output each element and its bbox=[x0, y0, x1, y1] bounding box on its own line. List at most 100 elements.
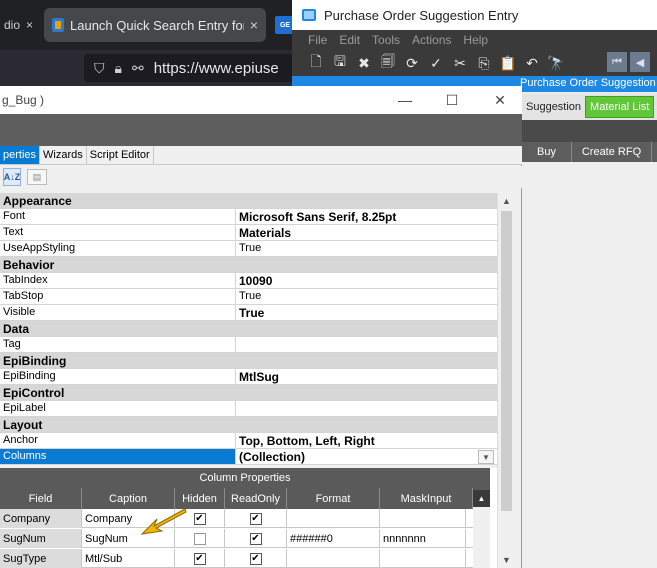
search-icon[interactable]: 🔭 bbox=[546, 55, 566, 72]
header-readonly[interactable]: ReadOnly bbox=[225, 488, 287, 509]
property-row[interactable]: TabStop True bbox=[0, 289, 497, 305]
cell-caption[interactable]: Mtl/Sub bbox=[82, 549, 175, 568]
menu-tools[interactable]: Tools bbox=[372, 33, 400, 47]
checkbox[interactable]: ✔ bbox=[249, 512, 262, 525]
header-maskinput[interactable]: MaskInput bbox=[380, 488, 473, 509]
refresh-icon[interactable]: ⟳ bbox=[402, 55, 422, 72]
property-value[interactable]: True bbox=[239, 242, 494, 254]
property-row[interactable]: Columns (Collection) ▼ bbox=[0, 449, 497, 465]
scroll-up-icon[interactable]: ▲ bbox=[473, 490, 490, 507]
url-field[interactable]: ⛉ 🔒︎ ⚯ https://www.epiuse bbox=[84, 54, 300, 82]
attach-icon[interactable]: 🗐 bbox=[378, 51, 398, 75]
property-divider bbox=[235, 273, 236, 289]
sort-alphabetical-icon[interactable]: A↓Z bbox=[3, 168, 21, 186]
property-row[interactable]: TabIndex 10090 bbox=[0, 273, 497, 289]
tab-suggestion[interactable]: Suggestion bbox=[522, 96, 585, 118]
tab-close-icon[interactable]: × bbox=[250, 17, 258, 33]
menu-file[interactable]: File bbox=[308, 33, 327, 47]
property-row[interactable]: EpiBinding MtlSug bbox=[0, 369, 497, 385]
menu-edit[interactable]: Edit bbox=[339, 33, 360, 47]
property-row[interactable]: Visible True bbox=[0, 305, 497, 321]
copy-icon[interactable]: ⎘ bbox=[474, 55, 494, 72]
cell-hidden[interactable]: ✔ bbox=[175, 549, 225, 568]
cell-maskinput[interactable] bbox=[380, 509, 466, 528]
property-value[interactable]: True bbox=[239, 290, 494, 302]
po-grid-body bbox=[522, 162, 657, 568]
chevron-down-icon[interactable]: ▼ bbox=[478, 450, 494, 464]
property-category[interactable]: Data bbox=[0, 321, 497, 337]
property-value[interactable]: Top, Bottom, Left, Right bbox=[239, 434, 494, 448]
property-value[interactable]: 10090 bbox=[239, 274, 494, 288]
checkbox[interactable]: ✔ bbox=[249, 552, 262, 565]
browser-tab-active[interactable]: Launch Quick Search Entry for a × bbox=[44, 8, 266, 42]
tab-material-list[interactable]: Material List bbox=[585, 96, 655, 118]
table-row[interactable]: SugType Mtl/Sub ✔ ✔ bbox=[0, 549, 473, 568]
browser-tab-partial[interactable]: dio × bbox=[0, 9, 44, 41]
column-header-create-rfq[interactable]: Create RFQ bbox=[572, 142, 652, 162]
checkbox[interactable] bbox=[193, 532, 206, 545]
cell-format[interactable] bbox=[287, 549, 380, 568]
cell-field[interactable]: SugType bbox=[0, 549, 82, 568]
property-value[interactable]: MtlSug bbox=[239, 370, 494, 384]
cell-format[interactable]: ######0 bbox=[287, 529, 380, 548]
tab-properties[interactable]: perties bbox=[0, 146, 41, 164]
cell-readonly[interactable]: ✔ bbox=[225, 529, 287, 548]
table-row[interactable]: SugNum SugNum ✔ ######0 nnnnnnn bbox=[0, 529, 473, 548]
property-row[interactable]: Font Microsoft Sans Serif, 8.25pt bbox=[0, 209, 497, 225]
property-grid-scrollbar[interactable]: ▲ ▼ bbox=[497, 193, 514, 568]
header-format[interactable]: Format bbox=[287, 488, 380, 509]
property-row[interactable]: Anchor Top, Bottom, Left, Right bbox=[0, 433, 497, 449]
maximize-icon[interactable]: ☐ bbox=[430, 86, 474, 114]
tab-close-icon[interactable]: × bbox=[26, 18, 33, 32]
undo-icon[interactable]: ↶ bbox=[522, 55, 542, 72]
cell-maskinput[interactable]: nnnnnnn bbox=[380, 529, 466, 548]
property-category[interactable]: EpiControl bbox=[0, 385, 497, 401]
cell-format[interactable] bbox=[287, 509, 380, 528]
property-category[interactable]: EpiBinding bbox=[0, 353, 497, 369]
property-value[interactable]: True bbox=[239, 306, 494, 320]
property-value[interactable]: Materials bbox=[239, 226, 494, 240]
new-icon[interactable]: 🗋 bbox=[306, 51, 326, 75]
property-row[interactable]: Text Materials bbox=[0, 225, 497, 241]
tab-script-editor[interactable]: Script Editor bbox=[87, 146, 154, 164]
cut-icon[interactable]: ✂ bbox=[450, 55, 470, 72]
delete-icon[interactable]: ✖ bbox=[354, 55, 374, 72]
property-row[interactable]: Tag bbox=[0, 337, 497, 353]
property-pages-icon[interactable]: ▤ bbox=[27, 169, 47, 185]
property-value[interactable]: (Collection) bbox=[239, 450, 494, 464]
paste-icon[interactable]: 📋 bbox=[498, 55, 518, 72]
scroll-up-icon[interactable]: ▲ bbox=[498, 193, 515, 209]
menu-actions[interactable]: Actions bbox=[412, 33, 451, 47]
save-icon[interactable]: 🖫 bbox=[330, 51, 350, 75]
cell-maskinput[interactable] bbox=[380, 549, 466, 568]
checkbox[interactable]: ✔ bbox=[249, 532, 262, 545]
menu-help[interactable]: Help bbox=[463, 33, 488, 47]
property-row[interactable]: EpiLabel bbox=[0, 401, 497, 417]
cell-readonly[interactable]: ✔ bbox=[225, 549, 287, 568]
header-field[interactable]: Field bbox=[0, 488, 82, 509]
column-header-buy[interactable]: Buy bbox=[522, 142, 572, 162]
shield-icon[interactable]: ⛉ bbox=[94, 60, 105, 77]
property-category[interactable]: Layout bbox=[0, 417, 497, 433]
previous-record-icon[interactable]: ◀ bbox=[630, 52, 650, 72]
tab-wizards[interactable]: Wizards bbox=[40, 146, 87, 164]
cell-field[interactable]: SugNum bbox=[0, 529, 82, 548]
property-category[interactable]: Appearance bbox=[0, 193, 497, 209]
first-record-icon[interactable]: ⏮ bbox=[607, 52, 627, 72]
cell-readonly[interactable]: ✔ bbox=[225, 509, 287, 528]
column-properties-scrollbar[interactable]: ▲ bbox=[473, 490, 490, 568]
property-category[interactable]: Behavior bbox=[0, 257, 497, 273]
cell-field[interactable]: Company bbox=[0, 509, 82, 528]
minimize-icon[interactable]: — bbox=[383, 86, 427, 114]
scroll-down-icon[interactable]: ▼ bbox=[498, 552, 515, 568]
tab-title: Launch Quick Search Entry for a bbox=[70, 17, 244, 33]
close-icon[interactable]: ✕ bbox=[478, 86, 522, 114]
table-row[interactable]: Company Company ✔ ✔ bbox=[0, 509, 473, 528]
checkbox[interactable]: ✔ bbox=[193, 552, 206, 565]
property-row[interactable]: UseAppStyling True bbox=[0, 241, 497, 257]
permissions-icon[interactable]: ⚯ bbox=[132, 60, 144, 77]
property-value[interactable]: Microsoft Sans Serif, 8.25pt bbox=[239, 210, 494, 224]
scroll-thumb[interactable] bbox=[501, 211, 512, 511]
checkbox[interactable]: ✔ bbox=[193, 512, 206, 525]
check-icon[interactable]: ✓ bbox=[426, 55, 446, 72]
